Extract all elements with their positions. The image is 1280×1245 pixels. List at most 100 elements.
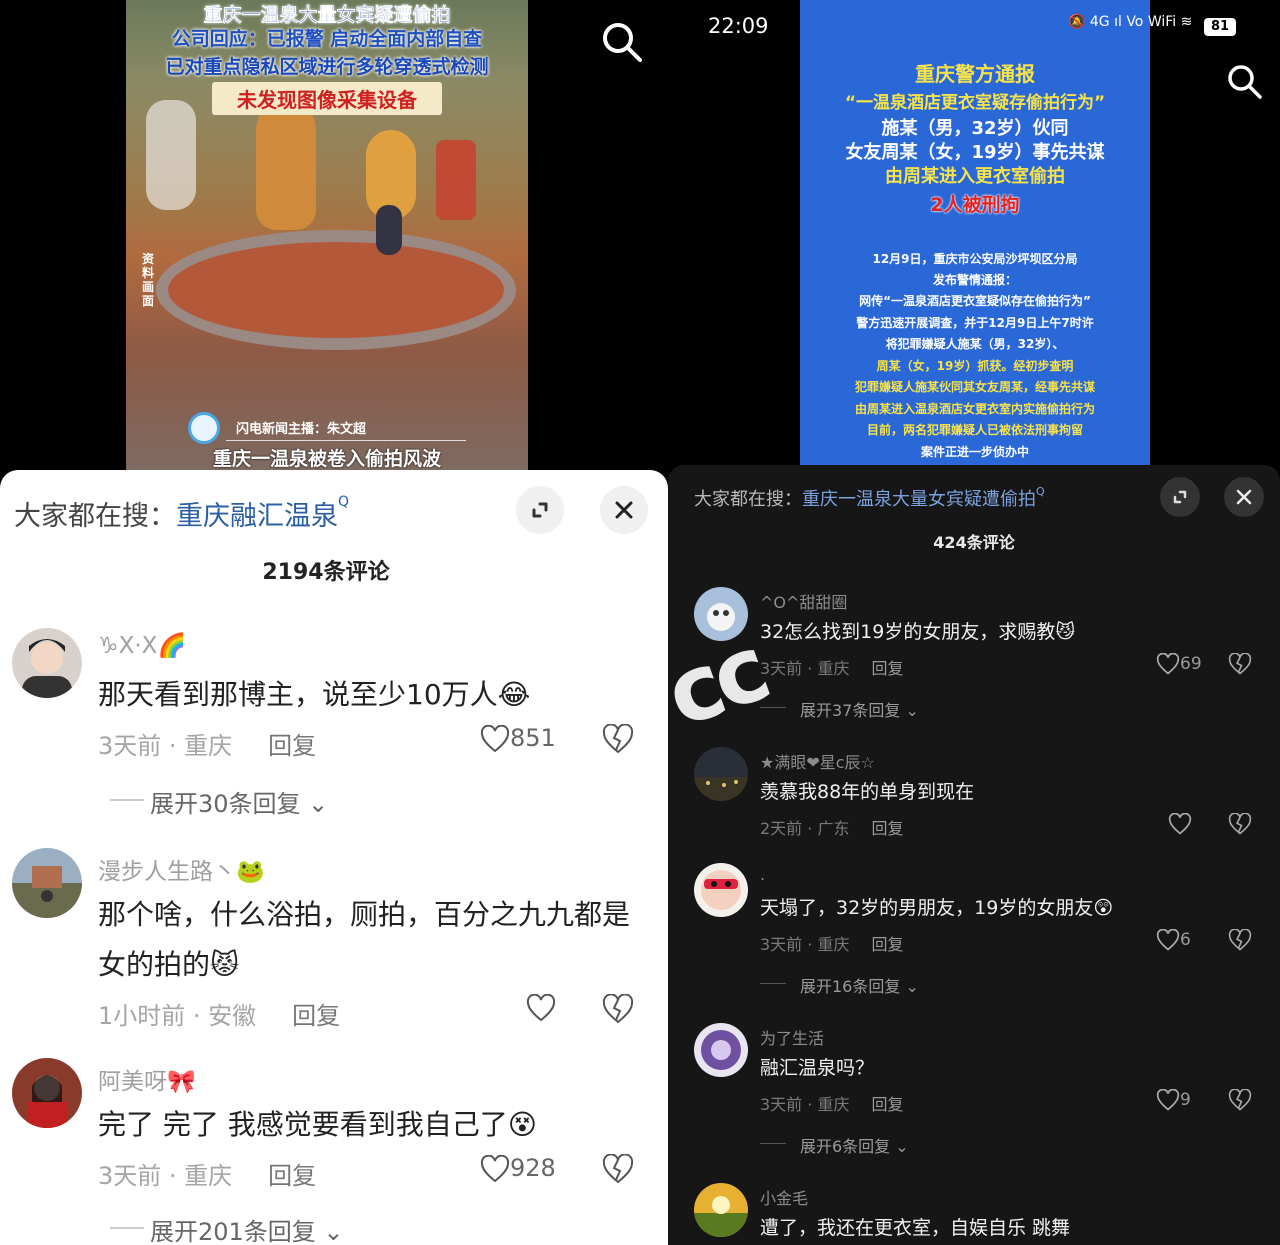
notice-title: 重庆警方通报: [915, 62, 1035, 86]
comment-author[interactable]: .: [760, 865, 765, 884]
comment-author[interactable]: ♑X·X🌈: [98, 632, 186, 659]
like-button[interactable]: 851: [480, 724, 556, 753]
notice-para: 犯罪嫌疑人施某伙同其女友周某，经事先共谋: [854, 380, 1095, 394]
expand-replies[interactable]: 展开16条回复 ⌄: [760, 973, 919, 997]
search-icon[interactable]: [598, 18, 646, 66]
avatar[interactable]: [12, 1058, 82, 1128]
comment-author[interactable]: 为了生活: [760, 1025, 824, 1049]
comment-meta: 3天前 · 重庆 回复: [760, 1091, 903, 1115]
battery-icon: 81: [1204, 18, 1236, 36]
expand-replies[interactable]: 展开37条回复 ⌄: [760, 697, 919, 721]
avatar[interactable]: [694, 1023, 748, 1077]
expand-replies[interactable]: 展开30条回复 ⌄: [109, 784, 328, 819]
trending-search[interactable]: 大家都在搜：重庆融汇温泉Q: [14, 494, 349, 533]
expand-replies[interactable]: 展开6条回复 ⌄: [760, 1133, 909, 1157]
video-scene-shape: [256, 100, 316, 230]
comment-text: 融汇温泉吗？: [760, 1057, 875, 1079]
video-caption: 重庆一温泉被卷入偷拍风波: [212, 448, 441, 470]
comment-meta: 2天前 · 广东 回复: [760, 815, 903, 839]
reply-button[interactable]: 回复: [871, 659, 903, 678]
trending-search-query[interactable]: 重庆融汇温泉: [176, 501, 338, 532]
video-side-label: 资料画面: [142, 252, 155, 308]
reply-button[interactable]: 回复: [871, 1095, 903, 1114]
like-button[interactable]: 9: [1156, 1089, 1191, 1111]
avatar[interactable]: [694, 863, 748, 917]
broken-heart-icon: [1228, 1089, 1252, 1111]
notice-line: 由周某进入更衣室偷拍: [885, 166, 1065, 187]
trending-search-prefix: 大家都在搜：: [694, 489, 802, 510]
comment-author[interactable]: ^O^甜甜圈: [760, 589, 847, 613]
close-button[interactable]: [600, 486, 648, 534]
expand-replies[interactable]: 展开201条回复 ⌄: [110, 1212, 344, 1245]
expand-icon: [532, 502, 548, 518]
comment-text: 完了 完了 我感觉要看到我自己了😵: [98, 1108, 537, 1141]
comment-count: 424条评论: [933, 533, 1015, 552]
dislike-button[interactable]: [1228, 813, 1252, 835]
like-button[interactable]: 928: [480, 1154, 556, 1183]
divider: [226, 440, 466, 441]
reply-button[interactable]: 回复: [871, 935, 903, 954]
comment-author[interactable]: 小金毛: [760, 1185, 808, 1209]
comment-time-location: 1小时前 · 安徽: [98, 1002, 257, 1030]
video-player[interactable]: 重庆一温泉大量女宾疑遭偷拍 公司回应：已报警 启动全面内部自查 已对重点隐私区域…: [126, 0, 528, 470]
dislike-button[interactable]: [602, 1154, 634, 1184]
police-notice-image[interactable]: 重庆警方通报 “一温泉酒店更衣室疑存偷拍行为” 施某（男，32岁）伙同 女友周某…: [800, 0, 1150, 465]
comment-author[interactable]: 漫步人生路丶🐸: [98, 852, 265, 886]
reply-button[interactable]: 回复: [871, 819, 903, 838]
reply-button[interactable]: 回复: [292, 1002, 340, 1030]
broken-heart-icon: [602, 724, 634, 754]
comment-time-location: 3天前 · 重庆: [98, 1162, 233, 1190]
close-icon: [1236, 489, 1252, 505]
heart-icon: [1156, 653, 1180, 675]
avatar[interactable]: [694, 747, 748, 801]
dislike-button[interactable]: [1228, 1089, 1252, 1111]
dislike-button[interactable]: [602, 724, 634, 754]
trending-search-query[interactable]: 重庆一温泉大量女宾疑遭偷拍: [802, 489, 1036, 510]
comment-text: 天塌了，32岁的男朋友，19岁的女朋友😲: [760, 897, 1114, 919]
close-button[interactable]: [1224, 477, 1264, 517]
microphone-icon: [188, 412, 220, 444]
reply-button[interactable]: 回复: [268, 1162, 316, 1190]
comment-time-location: 3天前 · 重庆: [760, 935, 850, 954]
broken-heart-icon: [602, 994, 634, 1024]
avatar[interactable]: [694, 1183, 748, 1237]
comment-sheet: 大家都在搜：重庆融汇温泉Q 2194条评论 ♑X·X🌈 那天看到那博主，说至少1…: [0, 470, 668, 1245]
avatar[interactable]: [12, 628, 82, 698]
left-panel: 重庆一温泉大量女宾疑遭偷拍 公司回应：已报警 启动全面内部自查 已对重点隐私区域…: [0, 0, 668, 1245]
video-headline-1: 重庆一温泉大量女宾疑遭偷拍: [203, 4, 451, 26]
screenshot-collage: 重庆一温泉大量女宾疑遭偷拍 公司回应：已报警 启动全面内部自查 已对重点隐私区域…: [0, 0, 1280, 1245]
heart-icon: [480, 1155, 510, 1183]
trending-search[interactable]: 大家都在搜：重庆一温泉大量女宾疑遭偷拍Q: [694, 485, 1045, 511]
like-button[interactable]: 69: [1156, 653, 1202, 675]
like-count: 69: [1180, 654, 1202, 674]
avatar[interactable]: [12, 848, 82, 918]
comment-author[interactable]: ★满眼❤星c辰☆: [760, 749, 875, 773]
expand-button[interactable]: [1160, 477, 1200, 517]
comment-text: 羡慕我88年的单身到现在: [760, 781, 975, 803]
dislike-button[interactable]: [1228, 653, 1252, 675]
broken-heart-icon: [1228, 813, 1252, 835]
broken-heart-icon: [602, 1154, 634, 1184]
comment-text: 那个啥，什么浴拍，厕拍，百分之九九都是女的拍的😾: [98, 898, 631, 981]
video-scene-pool: [156, 230, 516, 350]
video-scene-shape: [436, 140, 476, 220]
notice-para: 12月9日，重庆市公安局沙坪坝区分局: [872, 252, 1078, 266]
like-button[interactable]: 6: [1156, 929, 1191, 951]
expand-button[interactable]: [516, 486, 564, 534]
video-scene-person: [376, 205, 402, 255]
status-time: 22:09: [708, 14, 769, 38]
reply-button[interactable]: 回复: [268, 732, 316, 760]
like-count: 928: [510, 1154, 556, 1182]
video-scene-shape: [146, 100, 196, 210]
notice-line: 女友周某（女，19岁）事先共谋: [845, 142, 1105, 163]
notice-para: 目前，两名犯罪嫌疑人已被依法刑事拘留: [866, 423, 1083, 437]
like-button[interactable]: [526, 994, 556, 1022]
notice-para: 周某（女，19岁）抓获。经初步查明: [876, 359, 1074, 373]
dislike-button[interactable]: [602, 994, 634, 1024]
dislike-button[interactable]: [1228, 929, 1252, 951]
search-icon[interactable]: [1223, 60, 1267, 104]
comment-author[interactable]: 阿美呀🎀: [98, 1062, 196, 1096]
heart-icon: [526, 994, 556, 1022]
comment-time-location: 3天前 · 重庆: [760, 1095, 850, 1114]
like-button[interactable]: [1168, 813, 1192, 835]
